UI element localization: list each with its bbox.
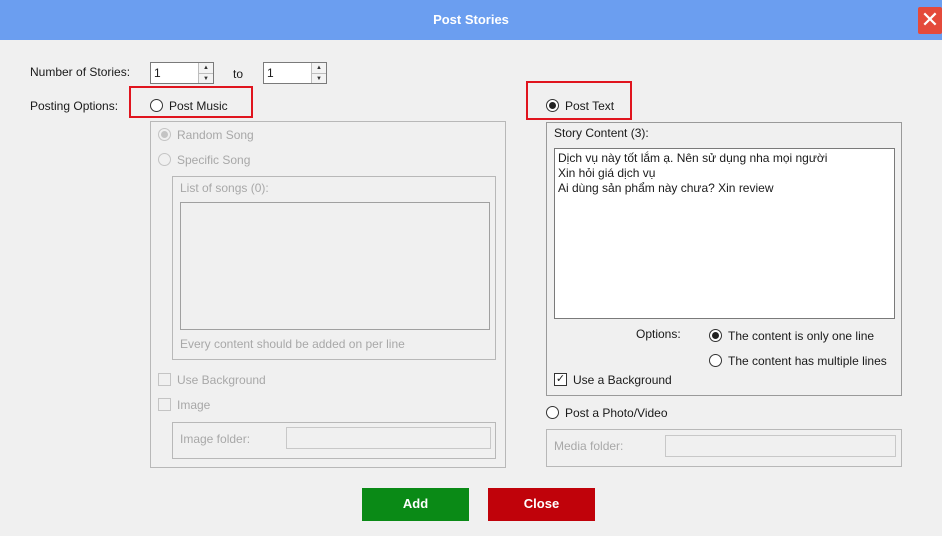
option-multiple-lines-label: The content has multiple lines bbox=[728, 354, 887, 368]
option-single-line-label: The content is only one line bbox=[728, 329, 875, 343]
posting-options-label: Posting Options: bbox=[30, 99, 119, 113]
music-image-label: Image bbox=[177, 398, 211, 412]
media-folder-label: Media folder: bbox=[554, 439, 624, 453]
songs-list[interactable] bbox=[180, 202, 490, 330]
image-folder-input[interactable] bbox=[286, 427, 491, 449]
stories-from-stepper[interactable]: 1 ▲ ▼ bbox=[150, 62, 214, 84]
close-button[interactable]: Close bbox=[488, 488, 595, 521]
stories-to-stepper[interactable]: 1 ▲ ▼ bbox=[263, 62, 327, 84]
option-single-line-radio[interactable] bbox=[709, 329, 722, 342]
story-content-textarea[interactable]: Dịch vụ này tốt lắm ạ. Nên sử dụng nha m… bbox=[554, 148, 895, 319]
add-button[interactable]: Add bbox=[362, 488, 469, 521]
to-label: to bbox=[233, 67, 244, 81]
text-options-label: Options: bbox=[636, 327, 681, 341]
text-use-background-label: Use a Background bbox=[573, 373, 672, 387]
stepper-arrows[interactable]: ▲ ▼ bbox=[311, 63, 326, 83]
stories-count-label: Number of Stories: bbox=[30, 65, 131, 79]
music-image-checkbox[interactable] bbox=[158, 398, 171, 411]
specific-song-radio[interactable] bbox=[158, 153, 171, 166]
music-use-background-checkbox[interactable] bbox=[158, 373, 171, 386]
post-text-label: Post Text bbox=[565, 99, 615, 113]
spin-down-icon[interactable]: ▼ bbox=[312, 73, 326, 83]
random-song-label: Random Song bbox=[177, 128, 254, 142]
stepper-arrows[interactable]: ▲ ▼ bbox=[198, 63, 213, 83]
option-multiple-lines-radio[interactable] bbox=[709, 354, 722, 367]
post-music-label: Post Music bbox=[169, 99, 228, 113]
stories-from-value: 1 bbox=[154, 66, 161, 80]
random-song-radio[interactable] bbox=[158, 128, 171, 141]
post-photo-label: Post a Photo/Video bbox=[565, 406, 668, 420]
stories-to-value: 1 bbox=[267, 66, 274, 80]
songs-hint: Every content should be added on per lin… bbox=[180, 337, 405, 351]
story-content-label: Story Content (3): bbox=[554, 126, 649, 140]
post-photo-radio[interactable] bbox=[546, 406, 559, 419]
post-text-radio[interactable] bbox=[546, 99, 559, 112]
spin-up-icon[interactable]: ▲ bbox=[312, 63, 326, 73]
post-music-radio[interactable] bbox=[150, 99, 163, 112]
text-use-background-checkbox[interactable]: ✓ bbox=[554, 373, 567, 386]
specific-song-label: Specific Song bbox=[177, 153, 251, 167]
songs-list-label: List of songs (0): bbox=[180, 181, 269, 195]
window-title: Post Stories bbox=[433, 12, 509, 27]
spin-up-icon[interactable]: ▲ bbox=[199, 63, 213, 73]
spin-down-icon[interactable]: ▼ bbox=[199, 73, 213, 83]
image-folder-label: Image folder: bbox=[180, 432, 251, 446]
close-icon[interactable]: ✕ bbox=[918, 7, 942, 34]
media-folder-input[interactable] bbox=[665, 435, 896, 457]
music-use-background-label: Use Background bbox=[177, 373, 266, 387]
